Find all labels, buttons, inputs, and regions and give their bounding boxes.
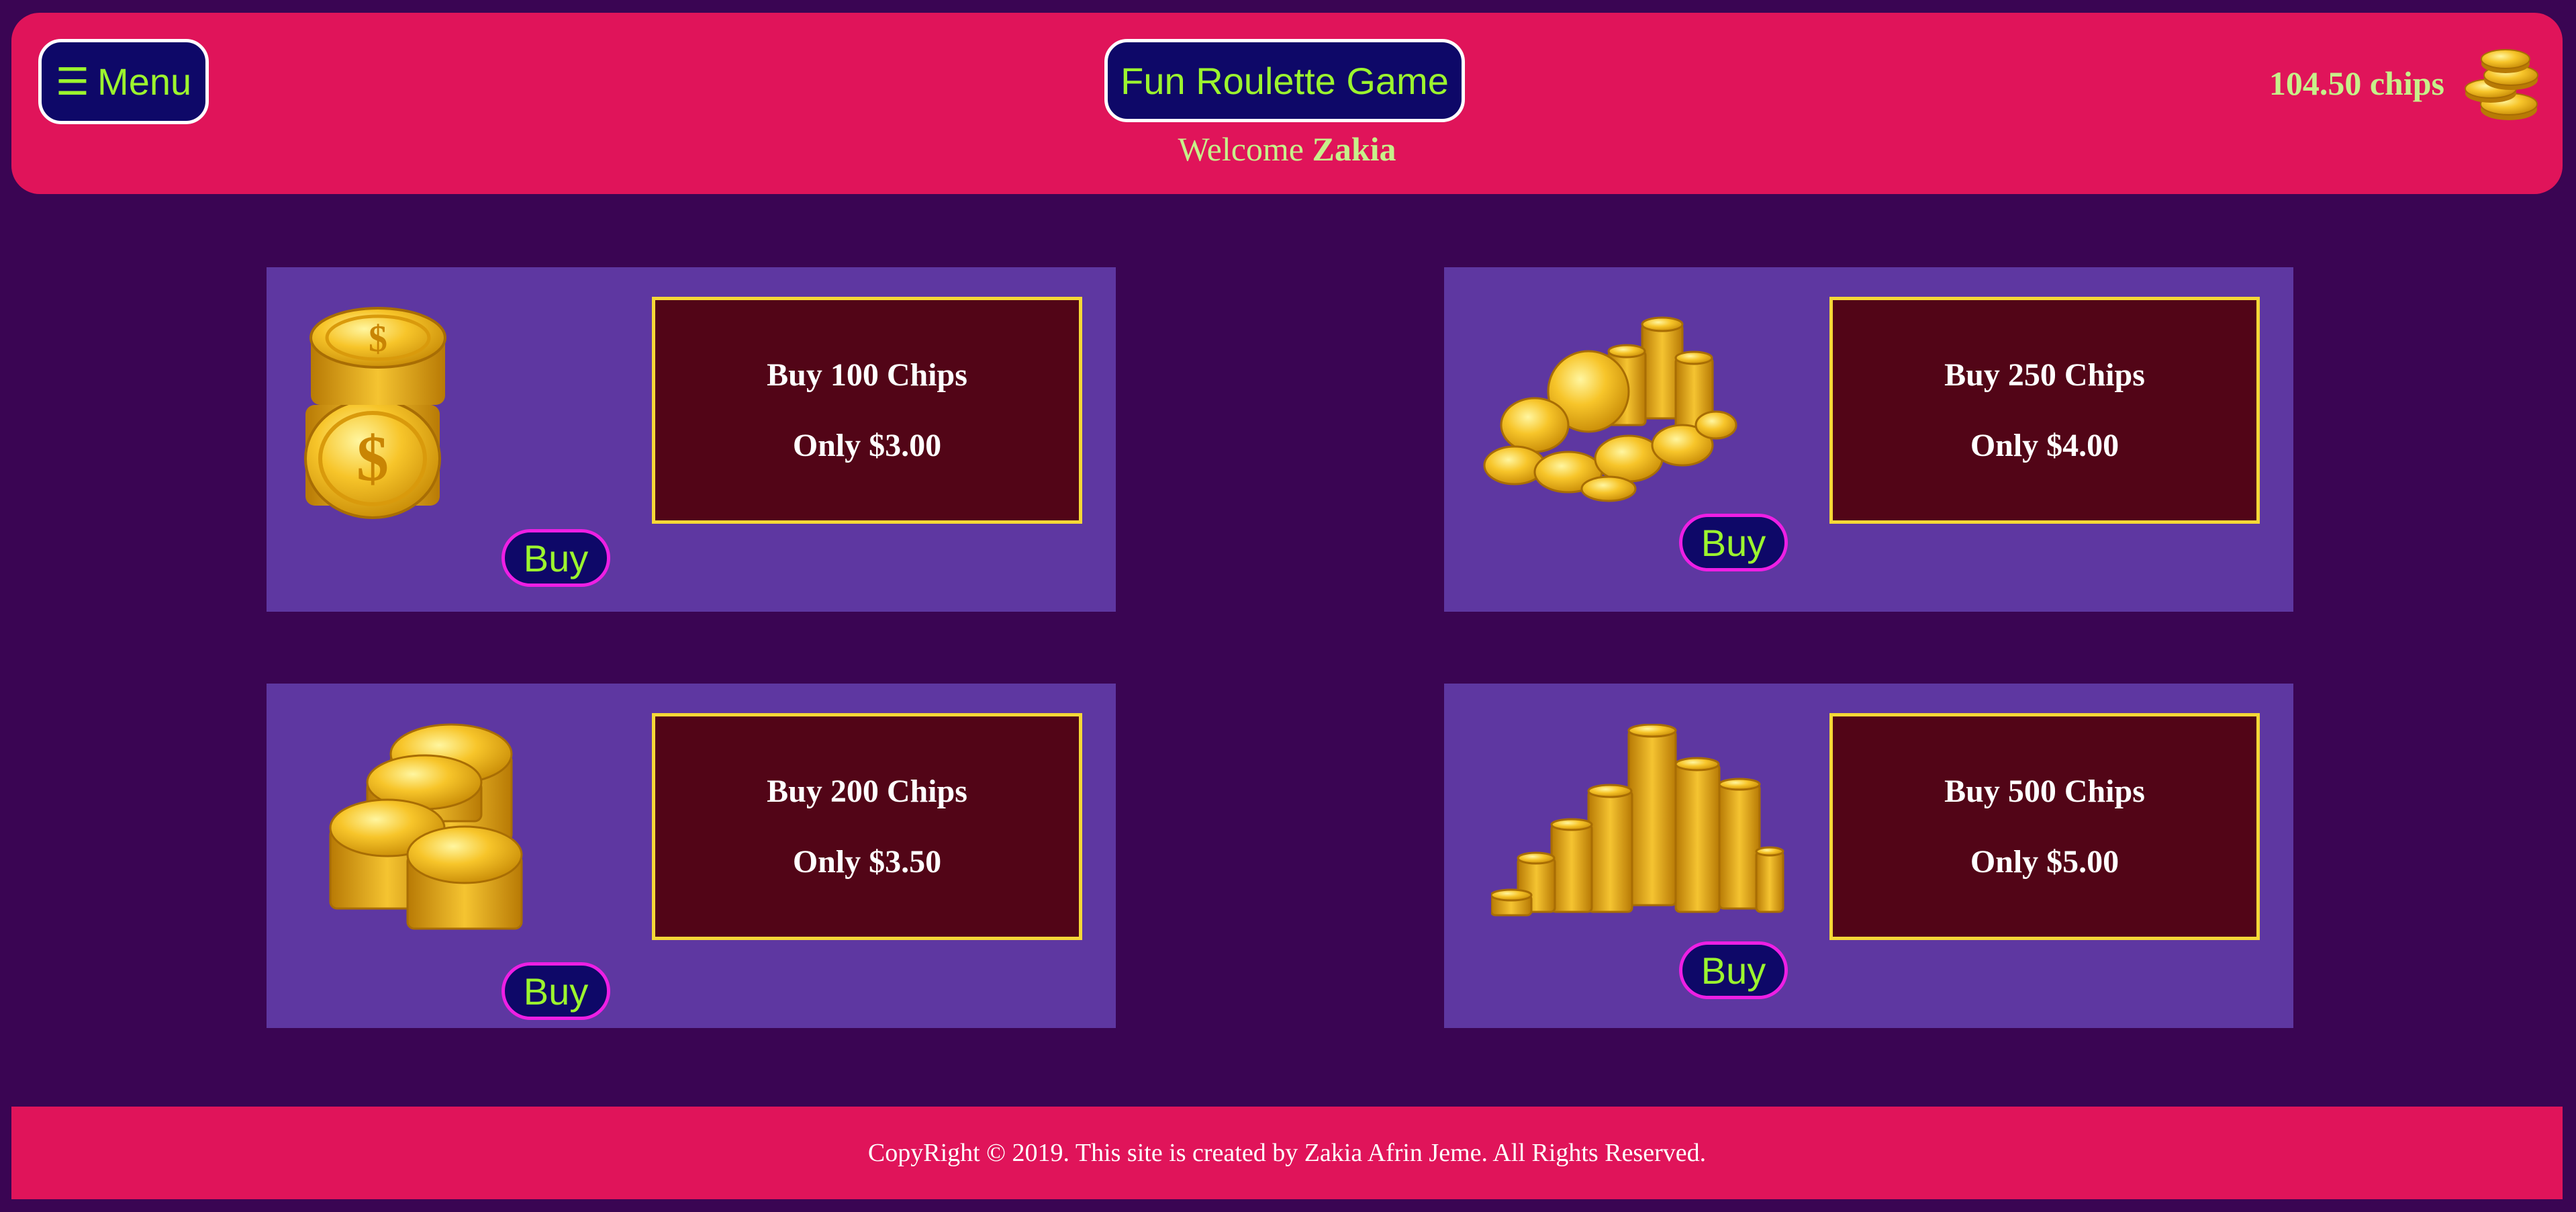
gold-coin-stacks-icon xyxy=(329,723,523,930)
offer-title: Buy 200 Chips xyxy=(767,774,967,809)
offer-card-100: $ $ Buy 100 Chips Only $3.00 Buy xyxy=(267,267,1116,612)
offer-price: Only $5.00 xyxy=(1970,844,2119,880)
offer-price: Only $3.50 xyxy=(792,844,942,880)
hamburger-icon: ☰ xyxy=(55,60,90,103)
game-title-button[interactable]: Fun Roulette Game xyxy=(1104,39,1465,122)
copyright-text: CopyRight © 2019. This site is created b… xyxy=(867,1139,1707,1167)
tall-coin-stacks-icon xyxy=(1491,724,1784,917)
offer-box: Buy 100 Chips Only $3.00 xyxy=(652,297,1082,524)
offer-price: Only $3.00 xyxy=(792,428,942,463)
offer-title: Buy 250 Chips xyxy=(1944,357,2145,393)
offer-title: Buy 500 Chips xyxy=(1944,774,2145,809)
footer: CopyRight © 2019. This site is created b… xyxy=(11,1107,2563,1199)
buy-button[interactable]: Buy xyxy=(1679,514,1788,571)
chips-balance: 104.50 chips xyxy=(2269,64,2444,102)
offer-card-250: Buy 250 Chips Only $4.00 Buy xyxy=(1444,267,2293,612)
buy-button[interactable]: Buy xyxy=(502,529,610,587)
offer-card-200: Buy 200 Chips Only $3.50 Buy xyxy=(267,684,1116,1028)
welcome-message: Welcome Zakia xyxy=(951,130,1623,169)
menu-button[interactable]: ☰ Menu xyxy=(38,39,209,124)
header-bar: ☰ Menu Fun Roulette Game Welcome Zakia 1… xyxy=(11,13,2563,194)
buy-button[interactable]: Buy xyxy=(502,962,610,1020)
svg-text:$: $ xyxy=(356,422,389,494)
buy-button[interactable]: Buy xyxy=(1679,941,1788,999)
gold-coin-pile-icon xyxy=(1483,316,1737,502)
offer-box: Buy 200 Chips Only $3.50 xyxy=(652,713,1082,940)
page: ☰ Menu Fun Roulette Game Welcome Zakia 1… xyxy=(0,0,2576,1212)
offer-title: Buy 100 Chips xyxy=(767,357,967,393)
offer-box: Buy 250 Chips Only $4.00 xyxy=(1829,297,2260,524)
dollar-coin-stack-icon: $ $ xyxy=(304,307,446,519)
username: Zakia xyxy=(1312,130,1396,168)
welcome-prefix: Welcome xyxy=(1178,130,1304,168)
offer-price: Only $4.00 xyxy=(1970,428,2119,463)
svg-text:$: $ xyxy=(369,318,387,360)
offer-box: Buy 500 Chips Only $5.00 xyxy=(1829,713,2260,940)
offer-card-500: Buy 500 Chips Only $5.00 Buy xyxy=(1444,684,2293,1028)
menu-label: Menu xyxy=(97,60,192,103)
coin-stack-icon xyxy=(2465,49,2538,120)
